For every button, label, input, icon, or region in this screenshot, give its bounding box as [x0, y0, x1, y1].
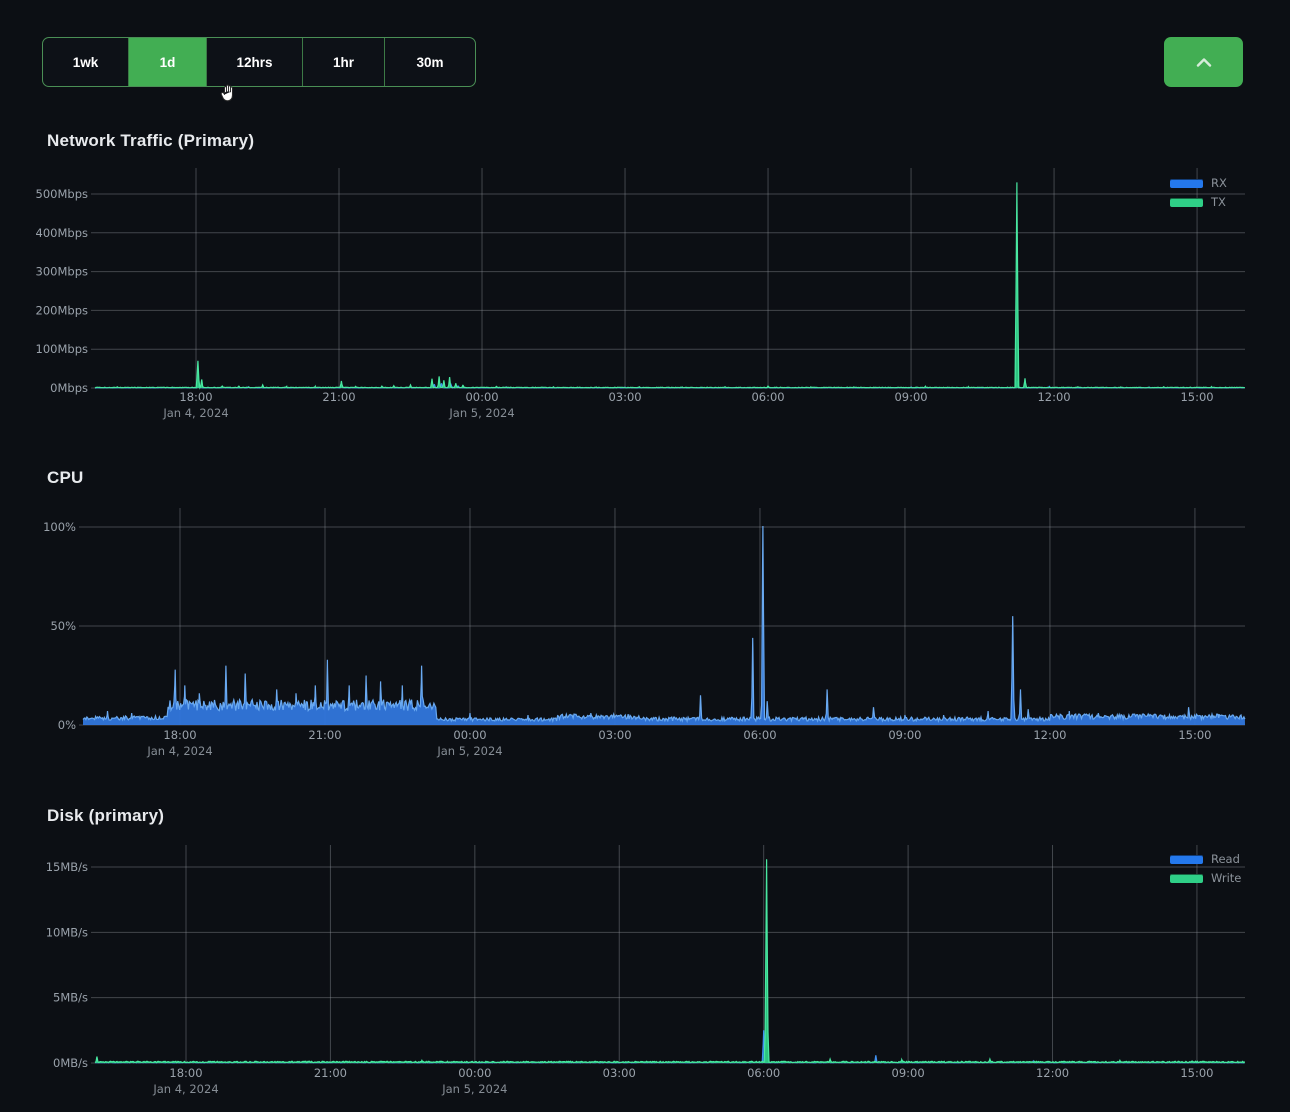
network-legend: RX TX	[1170, 176, 1245, 209]
y-tick-label: 15MB/s	[46, 860, 88, 874]
x-tick-label: 09:00	[888, 728, 921, 742]
legend-swatch-read	[1170, 855, 1203, 864]
time-range-button-group: 1wk1d12hrs1hr30m	[42, 37, 476, 87]
y-tick-label: 10MB/s	[46, 925, 88, 939]
time-range-button-1wk[interactable]: 1wk	[43, 38, 129, 86]
time-range-button-1d[interactable]: 1d	[129, 38, 207, 86]
x-tick-label: 21:00	[314, 1066, 347, 1080]
x-tick-label: 06:00	[743, 728, 776, 742]
x-tick-label: 09:00	[892, 1066, 925, 1080]
x-tick-label: 12:00	[1037, 390, 1070, 404]
y-tick-label: 400Mbps	[36, 226, 88, 240]
x-tick-label: 03:00	[603, 1066, 636, 1080]
y-tick-label: 100Mbps	[36, 342, 88, 356]
legend-label: Write	[1211, 871, 1245, 885]
legend-label: Read	[1211, 852, 1245, 866]
time-range-button-12hrs[interactable]: 12hrs	[207, 38, 303, 86]
x-tick-label: 15:00	[1180, 390, 1213, 404]
x-tick-label: 15:00	[1178, 728, 1211, 742]
series-line-cpu	[83, 526, 1245, 721]
x-tick-label: 00:00	[465, 390, 498, 404]
legend-item-read[interactable]: Read	[1170, 852, 1245, 866]
network-chart-title: Network Traffic (Primary)	[47, 131, 254, 151]
x-tick-label: 06:00	[747, 1066, 780, 1080]
series-line-read	[95, 1030, 1245, 1063]
series-area-write	[95, 859, 1245, 1063]
disk-chart[interactable]: 0MB/s 5MB/s 10MB/s 15MB/s 18:00 Jan 4, 2024 21…	[0, 838, 1290, 1112]
y-tick-label: 5MB/s	[53, 991, 88, 1005]
y-tick-label: 0Mbps	[50, 381, 88, 395]
x-tick-label: 12:00	[1033, 728, 1066, 742]
x-tick-label: 03:00	[598, 728, 631, 742]
series-area-tx	[95, 182, 1245, 388]
y-tick-label: 100%	[43, 520, 76, 534]
x-tick-label: 21:00	[322, 390, 355, 404]
legend-item-tx[interactable]: TX	[1170, 195, 1245, 209]
x-tick-label: 03:00	[608, 390, 641, 404]
time-range-button-1hr[interactable]: 1hr	[303, 38, 385, 86]
y-tick-label: 50%	[50, 619, 76, 633]
y-tick-label: 300Mbps	[36, 265, 88, 279]
y-tick-label: 200Mbps	[36, 303, 88, 317]
collapse-button[interactable]	[1164, 37, 1243, 87]
legend-swatch-write	[1170, 874, 1203, 883]
x-date-label: Jan 5, 2024	[441, 1082, 507, 1096]
x-date-label: Jan 4, 2024	[152, 1082, 218, 1096]
x-tick-label: 18:00	[163, 728, 196, 742]
legend-label: RX	[1211, 176, 1245, 190]
x-tick-label: 18:00	[179, 390, 212, 404]
legend-label: TX	[1211, 195, 1245, 209]
chevron-up-icon	[1196, 58, 1212, 67]
x-tick-label: 15:00	[1180, 1066, 1213, 1080]
network-chart[interactable]: 0Mbps 100Mbps 200Mbps 300Mbps 400Mbps 500Mbps…	[0, 160, 1290, 428]
y-tick-label: 0%	[58, 718, 76, 732]
x-date-label: Jan 4, 2024	[146, 744, 212, 758]
cpu-chart[interactable]: 0% 50% 100% 18:00 Jan 4, 2024 21:00 00:00 Jan 5…	[0, 500, 1290, 762]
legend-item-rx[interactable]: RX	[1170, 176, 1245, 190]
x-tick-label: 00:00	[453, 728, 486, 742]
legend-swatch-tx	[1170, 198, 1203, 207]
x-tick-label: 06:00	[751, 390, 784, 404]
x-date-label: Jan 5, 2024	[448, 406, 514, 420]
legend-item-write[interactable]: Write	[1170, 871, 1245, 885]
x-tick-label: 12:00	[1036, 1066, 1069, 1080]
y-tick-label: 500Mbps	[36, 187, 88, 201]
x-tick-label: 18:00	[169, 1066, 202, 1080]
disk-chart-title: Disk (primary)	[47, 806, 164, 826]
cpu-chart-title: CPU	[47, 468, 84, 488]
x-date-label: Jan 4, 2024	[162, 406, 228, 420]
y-tick-label: 0MB/s	[53, 1056, 88, 1070]
legend-swatch-rx	[1170, 179, 1203, 188]
x-tick-label: 09:00	[894, 390, 927, 404]
disk-legend: Read Write	[1170, 852, 1245, 885]
x-tick-label: 00:00	[458, 1066, 491, 1080]
series-line-tx	[95, 182, 1245, 388]
x-tick-label: 21:00	[308, 728, 341, 742]
series-line-write	[95, 859, 1245, 1062]
time-range-button-30m[interactable]: 30m	[385, 38, 475, 86]
series-area-read	[95, 1030, 1245, 1063]
x-date-label: Jan 5, 2024	[436, 744, 502, 758]
